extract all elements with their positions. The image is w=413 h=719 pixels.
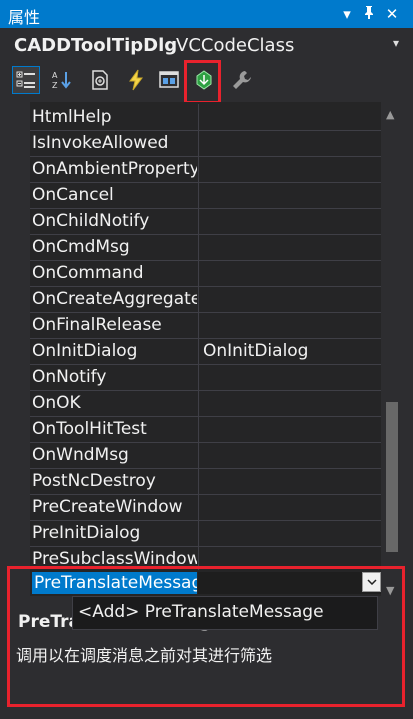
messages-icon[interactable] [156,66,184,94]
property-row[interactable]: OnToolHitTest [30,416,381,443]
property-value[interactable] [198,442,381,468]
object-type: VCCodeClass [176,35,295,56]
property-value[interactable] [198,364,381,390]
property-name: PreInitDialog [32,523,141,543]
events-lightning-icon[interactable] [122,66,150,94]
property-row[interactable]: PostNcDestroy [30,468,381,495]
svg-text:A: A [52,71,58,80]
property-value[interactable] [198,468,381,494]
property-value[interactable] [198,182,381,208]
property-value[interactable] [198,130,381,156]
window-bottom-edge [0,707,413,719]
window-title: 属性 [8,8,41,27]
property-name: OnCmdMsg [32,237,130,257]
pin-icon[interactable] [358,3,380,25]
property-name: OnToolHitTest [32,419,147,439]
property-name: OnCancel [32,185,114,205]
object-selector-chevron-down-icon[interactable]: ▾ [393,36,399,50]
vertical-scrollbar[interactable]: ▲ ▼ [381,102,403,602]
property-row[interactable]: OnCancel [30,182,381,209]
property-name: OnNotify [32,367,107,387]
selection-highlight-box [7,566,405,707]
property-row[interactable]: OnNotify [30,364,381,391]
property-value[interactable] [198,312,381,338]
close-icon[interactable]: ✕ [381,3,403,25]
property-value[interactable] [198,286,381,312]
property-row[interactable]: OnWndMsg [30,442,381,469]
scrollbar-thumb[interactable] [386,402,398,552]
property-row[interactable]: OnChildNotify [30,208,381,235]
scroll-up-icon[interactable]: ▲ [386,108,394,121]
property-row[interactable]: OnCmdMsg [30,234,381,261]
property-value[interactable]: OnInitDialog [198,338,381,364]
property-value[interactable] [198,156,381,182]
property-value[interactable] [198,494,381,520]
property-name: OnChildNotify [32,211,150,231]
property-value[interactable] [198,390,381,416]
property-row[interactable]: PreCreateWindow [30,494,381,521]
property-name: HtmlHelp [32,107,112,127]
property-name: OnAmbientProperty [32,159,197,179]
window-menu-dropdown-icon[interactable]: ▾ [336,3,358,25]
property-row[interactable]: OnInitDialog OnInitDialog [30,338,381,365]
property-name: OnOK [32,393,81,413]
property-value[interactable] [198,104,381,130]
property-value[interactable] [198,208,381,234]
property-name: PreCreateWindow [32,497,183,517]
property-name: OnWndMsg [32,445,129,465]
property-row[interactable]: OnCreateAggregates [30,286,381,313]
property-name: PostNcDestroy [32,471,156,491]
alphabetical-icon[interactable]: AZ [48,66,76,94]
property-name: OnCommand [32,263,144,283]
object-selector[interactable]: CADDToolTipDlg VCCodeClass ▾ [0,30,413,60]
property-row[interactable]: OnAmbientProperty [30,156,381,183]
property-name: OnCreateAggregates [32,289,197,309]
property-row[interactable]: OnOK [30,390,381,417]
property-row[interactable]: OnFinalRelease [30,312,381,339]
property-name: OnInitDialog [32,341,138,361]
object-name: CADDToolTipDlg [14,35,178,56]
property-grid: HtmlHelp IsInvokeAllowed OnAmbientProperty… [10,102,381,570]
property-row[interactable]: OnCommand [30,260,381,287]
properties-window-titlebar: 属性 ▾ ✕ [0,0,413,28]
properties-icon[interactable] [86,66,114,94]
property-name: IsInvokeAllowed [32,133,169,153]
property-name: OnFinalRelease [32,315,162,335]
property-value[interactable] [198,234,381,260]
property-value[interactable] [198,416,381,442]
property-row[interactable]: PreInitDialog [30,520,381,547]
svg-text:Z: Z [52,81,58,90]
property-row[interactable]: HtmlHelp [30,104,381,131]
property-value[interactable] [198,260,381,286]
property-row[interactable]: IsInvokeAllowed [30,130,381,157]
categorized-icon[interactable] [12,66,40,94]
wrench-icon[interactable] [228,66,256,94]
property-value[interactable] [198,520,381,546]
grid-gutter [10,102,30,570]
overrides-highlight-box [184,60,221,104]
